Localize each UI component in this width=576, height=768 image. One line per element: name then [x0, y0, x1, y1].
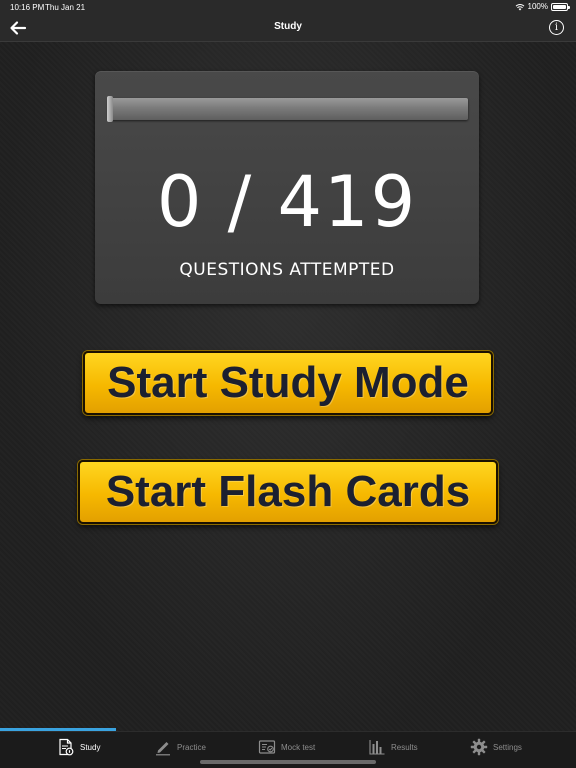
tab-results[interactable]: Results	[368, 737, 418, 757]
status-time: 10:16 PM	[10, 3, 45, 12]
tab-label: Settings	[493, 742, 522, 752]
tab-label: Mock test	[281, 742, 316, 752]
tab-label: Results	[391, 742, 418, 752]
tab-mock-test[interactable]: Mock test	[258, 737, 315, 757]
home-indicator	[200, 760, 376, 764]
info-icon[interactable]: i	[549, 20, 564, 35]
tab-study[interactable]: Study	[57, 737, 100, 757]
tab-label: Study	[80, 742, 101, 752]
page-title: Study	[274, 21, 302, 32]
navigation-bar: Study i	[0, 14, 576, 42]
status-right: 100%	[515, 2, 570, 11]
battery-icon	[551, 2, 570, 11]
study-doc-icon	[59, 738, 74, 756]
questions-attempted-label: QUESTIONS ATTEMPTED	[179, 260, 395, 280]
status-bar: 10:16 PM Thu Jan 21 100%	[0, 0, 576, 14]
tab-label: Practice	[177, 742, 206, 752]
start-flash-cards-button[interactable]: Start Flash Cards	[78, 460, 498, 524]
mock-test-icon	[258, 740, 276, 754]
questions-count: 0 / 419	[156, 161, 418, 243]
gear-icon	[470, 738, 488, 756]
wifi-icon	[515, 3, 524, 10]
progress-bar	[107, 96, 468, 122]
status-date: Thu Jan 21	[45, 3, 86, 12]
study-screen: 10:16 PM Thu Jan 21 100% Study i 0 / 419…	[0, 0, 576, 768]
bar-chart-icon	[369, 740, 385, 755]
start-study-mode-button[interactable]: Start Study Mode	[83, 351, 493, 415]
tab-settings[interactable]: Settings	[470, 737, 522, 757]
tab-practice[interactable]: Practice	[154, 737, 206, 757]
battery-percent: 100%	[527, 2, 548, 11]
pencil-icon	[156, 742, 170, 756]
progress-fill	[107, 96, 113, 122]
progress-panel: 0 / 419 QUESTIONS ATTEMPTED	[95, 71, 479, 304]
